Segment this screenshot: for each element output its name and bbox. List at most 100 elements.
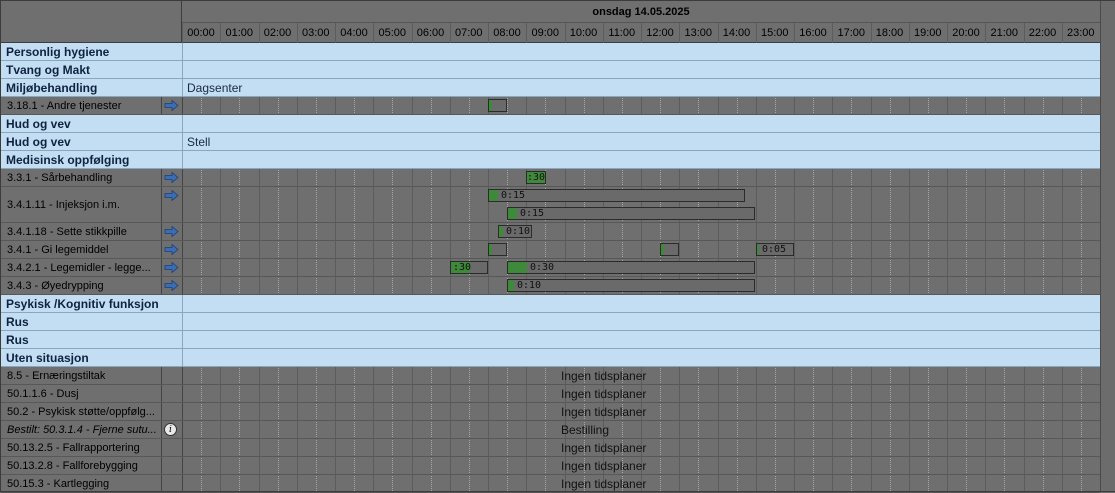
task-row-ernaeringstiltak[interactable]: 8.5 - Ernæringstiltak Ingen tidsplaner bbox=[1, 367, 1100, 385]
hour-label: 15:00 bbox=[760, 27, 789, 39]
task-label: 3.18.1 - Andre tjenester bbox=[7, 100, 122, 112]
schedule-bar[interactable] bbox=[488, 99, 507, 112]
group-row-hud-og-vev[interactable]: Hud og vev bbox=[1, 115, 1100, 133]
task-row-stikkpille[interactable]: 3.4.1.18 - Sette stikkpille 0:10 bbox=[1, 223, 1100, 241]
schedule-bar[interactable]: 0:15 bbox=[507, 207, 755, 220]
schedule-window: onsdag 14.05.2025 00:00 01:00 02:00 03:00 04… bbox=[0, 0, 1115, 493]
task-row-fjerne-sutur[interactable]: Bestilt: 50.3.1.4 - Fjerne sutu... i Bes… bbox=[1, 421, 1100, 439]
task-label: 50.13.2.5 - Fallrapportering bbox=[7, 442, 140, 454]
task-row-dusj[interactable]: 50.1.1.6 - Dusj Ingen tidsplaner bbox=[1, 385, 1100, 403]
arrow-right-icon[interactable] bbox=[164, 280, 179, 291]
arrow-right-icon[interactable] bbox=[164, 226, 179, 237]
hour-label: 00:00 bbox=[187, 27, 215, 39]
hour-label: 01:00 bbox=[225, 27, 254, 39]
task-label: 3.4.1 - Gi legemiddel bbox=[7, 244, 109, 256]
schedule-bar[interactable] bbox=[488, 243, 507, 256]
task-row-oyedrypping[interactable]: 3.4.3 - Øyedrypping 0:10 bbox=[1, 277, 1100, 295]
hour-label: 06:00 bbox=[416, 27, 445, 39]
task-label: 3.4.3 - Øyedrypping bbox=[7, 280, 104, 292]
date-header: onsdag 14.05.2025 bbox=[182, 1, 1100, 23]
hour-label: 16:00 bbox=[799, 27, 827, 39]
group-row-tvang-og-makt[interactable]: Tvang og Makt bbox=[1, 61, 1100, 79]
task-label: 50.13.2.8 - Fallforebygging bbox=[7, 460, 138, 472]
hour-label: 14:00 bbox=[722, 27, 751, 39]
schedule-bar[interactable]: 0:10 bbox=[498, 225, 532, 238]
hour-label: 20:00 bbox=[952, 27, 980, 39]
hour-label: 18:00 bbox=[875, 27, 904, 39]
hour-label: 09:00 bbox=[531, 27, 560, 39]
hour-label: 03:00 bbox=[301, 27, 330, 39]
task-row-andre-tjenester[interactable]: 3.18.1 - Andre tjenester bbox=[1, 97, 1100, 115]
schedule-bar[interactable]: 0:05 bbox=[756, 243, 794, 256]
hour-label: 17:00 bbox=[837, 27, 866, 39]
arrow-right-icon[interactable] bbox=[164, 172, 179, 183]
hour-label: 23:00 bbox=[1066, 27, 1095, 39]
group-label: Psykisk /Kognitiv funksjon bbox=[6, 297, 159, 311]
arrow-right-icon[interactable] bbox=[164, 244, 179, 255]
hour-label: 08:00 bbox=[493, 27, 521, 39]
hour-label: 22:00 bbox=[1028, 27, 1057, 39]
group-row-personlig-hygiene[interactable]: Personlig hygiene bbox=[1, 43, 1100, 61]
task-row-gi-legemiddel[interactable]: 3.4.1 - Gi legemiddel 0:05 bbox=[1, 241, 1100, 259]
task-label: 3.4.1.11 - Injeksjon i.m. bbox=[7, 199, 120, 211]
group-label: Miljøbehandling bbox=[6, 81, 98, 95]
task-row-fallforebygging[interactable]: 50.13.2.8 - Fallforebygging Ingen tidspl… bbox=[1, 457, 1100, 475]
group-row-rus[interactable]: Rus bbox=[1, 313, 1100, 331]
order-status-text: Bestilling bbox=[561, 423, 610, 437]
task-row-injeksjon[interactable]: 3.4.1.11 - Injeksjon i.m. 0:15 0:15 bbox=[1, 187, 1100, 223]
task-label: 3.4.1.18 - Sette stikkpille bbox=[7, 226, 127, 238]
group-row-psykisk-kognitiv[interactable]: Psykisk /Kognitiv funksjon bbox=[1, 295, 1100, 313]
task-label: 3.4.2.1 - Legemidler - legge... bbox=[7, 262, 151, 274]
group-row-medisinsk-oppfolging[interactable]: Medisinsk oppfølging bbox=[1, 151, 1100, 169]
task-row-legemidler-legge[interactable]: 3.4.2.1 - Legemidler - legge... :30 0:30 bbox=[1, 259, 1100, 277]
arrow-right-icon[interactable] bbox=[164, 262, 179, 273]
schedule-bar[interactable]: 0:15 bbox=[488, 189, 745, 202]
hour-label: 10:00 bbox=[569, 27, 598, 39]
hour-label: 13:00 bbox=[684, 27, 713, 39]
hour-label: 02:00 bbox=[263, 27, 292, 39]
task-label: 50.2 - Psykisk støtte/oppfølg... bbox=[7, 406, 155, 418]
group-label: Hud og vev bbox=[6, 117, 71, 131]
task-row-fallrapportering[interactable]: 50.13.2.5 - Fallrapportering Ingen tidsp… bbox=[1, 439, 1100, 457]
info-icon[interactable]: i bbox=[164, 423, 177, 436]
group-label: Rus bbox=[6, 333, 29, 347]
schedule-bar[interactable]: 0:10 bbox=[507, 279, 755, 292]
group-row-uten-situasjon[interactable]: Uten situasjon bbox=[1, 349, 1100, 367]
hour-label: 19:00 bbox=[913, 27, 942, 39]
hour-label: 21:00 bbox=[990, 27, 1019, 39]
hour-label: 04:00 bbox=[340, 27, 368, 39]
arrow-right-icon[interactable] bbox=[164, 190, 179, 201]
group-label: Medisinsk oppfølging bbox=[6, 153, 130, 167]
group-row-miljobehandling[interactable]: Miljøbehandling Dagsenter bbox=[1, 79, 1100, 97]
schedule-bar[interactable] bbox=[660, 243, 679, 256]
group-label: Tvang og Makt bbox=[6, 63, 91, 77]
task-row-kartlegging[interactable]: 50.15.3 - Kartlegging Ingen tidsplaner bbox=[1, 475, 1100, 493]
task-label: 8.5 - Ernæringstiltak bbox=[7, 370, 106, 382]
hour-label: 12:00 bbox=[646, 27, 674, 39]
no-schedule-text: Ingen tidsplaner bbox=[561, 369, 647, 383]
hour-label: 07:00 bbox=[454, 27, 483, 39]
group-row-rus-2[interactable]: Rus bbox=[1, 331, 1100, 349]
hour-label: 11:00 bbox=[608, 27, 636, 39]
schedule-bar[interactable]: :30 bbox=[526, 171, 546, 184]
no-schedule-text: Ingen tidsplaner bbox=[561, 405, 647, 419]
task-label: 3.3.1 - Sårbehandling bbox=[7, 172, 113, 184]
group-sublabel: Stell bbox=[187, 135, 211, 149]
no-schedule-text: Ingen tidsplaner bbox=[561, 441, 647, 455]
no-schedule-text: Ingen tidsplaner bbox=[561, 459, 647, 473]
group-label: Uten situasjon bbox=[6, 351, 89, 365]
task-row-sarbehandling[interactable]: 3.3.1 - Sårbehandling :30 bbox=[1, 169, 1100, 187]
schedule-bar[interactable]: 0:30 bbox=[507, 261, 755, 274]
group-label: Personlig hygiene bbox=[6, 45, 110, 59]
arrow-right-icon[interactable] bbox=[164, 100, 179, 111]
group-sublabel: Dagsenter bbox=[187, 81, 243, 95]
task-label: Bestilt: 50.3.1.4 - Fjerne sutu... bbox=[7, 424, 157, 436]
no-schedule-text: Ingen tidsplaner bbox=[561, 387, 647, 401]
group-label: Hud og vev bbox=[6, 135, 71, 149]
hour-label: 05:00 bbox=[378, 27, 407, 39]
task-row-psykisk-stotte[interactable]: 50.2 - Psykisk støtte/oppfølg... Ingen t… bbox=[1, 403, 1100, 421]
vertical-scrollbar[interactable] bbox=[1100, 1, 1115, 491]
schedule-bar[interactable]: :30 bbox=[450, 261, 488, 274]
group-row-hud-og-vev-stell[interactable]: Hud og vev Stell bbox=[1, 133, 1100, 151]
task-label: 50.15.3 - Kartlegging bbox=[7, 478, 110, 490]
